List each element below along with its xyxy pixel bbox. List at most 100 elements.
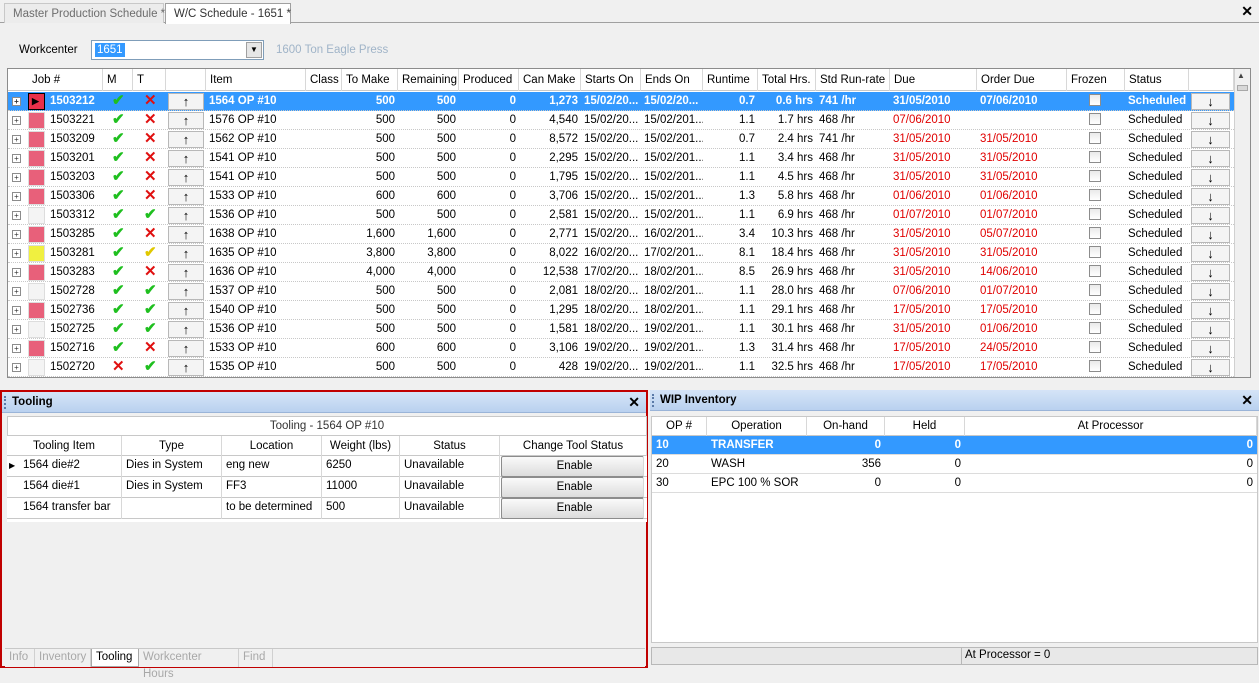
tab-workcenter-hours[interactable]: Workcenter Hours <box>139 649 239 667</box>
col-header-class[interactable]: Class <box>306 69 342 91</box>
vertical-scrollbar[interactable]: ▲ <box>1234 69 1250 377</box>
col-header-change-tool-status[interactable]: Change Tool Status <box>500 436 647 456</box>
move-down-button[interactable]: ↓ <box>1191 245 1230 262</box>
tab-inventory[interactable]: Inventory <box>35 649 91 667</box>
move-up-button[interactable]: ↑ <box>168 302 204 319</box>
col-header-job[interactable]: Job # <box>8 69 103 91</box>
col-header-m[interactable]: M <box>103 69 133 91</box>
frozen-checkbox[interactable] <box>1089 284 1101 296</box>
table-row[interactable]: +1502728✔✔↑1537 OP #1050050002,08118/02/… <box>8 282 1234 301</box>
table-row[interactable]: +1503201✔✕↑1541 OP #1050050002,29515/02/… <box>8 149 1234 168</box>
col-header-move[interactable] <box>166 69 206 91</box>
move-up-button[interactable]: ↑ <box>168 207 204 224</box>
col-header-runtime[interactable]: Runtime <box>703 69 758 91</box>
frozen-checkbox[interactable] <box>1089 132 1101 144</box>
move-up-button[interactable]: ↑ <box>168 150 204 167</box>
col-header-t[interactable]: T <box>133 69 166 91</box>
tab-info[interactable]: Info <box>5 649 35 667</box>
workcenter-select[interactable]: 1651 ▼ <box>91 40 264 60</box>
close-icon[interactable]: ✕ <box>1241 3 1253 20</box>
table-row[interactable]: +▶1503212✔✕↑1564 OP #1050050001,27315/02… <box>8 92 1234 111</box>
frozen-checkbox[interactable] <box>1089 227 1101 239</box>
tooling-row[interactable]: ▶1564 die#2Dies in Systemeng new6250Unav… <box>7 456 647 477</box>
table-row[interactable]: +1502725✔✔↑1536 OP #1050050001,58118/02/… <box>8 320 1234 339</box>
frozen-checkbox[interactable] <box>1089 208 1101 220</box>
table-row[interactable]: +1503285✔✕↑1638 OP #101,6001,60002,77115… <box>8 225 1234 244</box>
col-header-due[interactable]: Due <box>890 69 977 91</box>
col-header-type[interactable]: Type <box>122 436 222 456</box>
move-up-button[interactable]: ↑ <box>168 188 204 205</box>
chevron-down-icon[interactable]: ▼ <box>246 42 262 58</box>
move-up-button[interactable]: ↑ <box>168 340 204 357</box>
wip-row[interactable]: 20WASH35600 <box>652 455 1257 474</box>
move-down-button[interactable]: ↓ <box>1191 226 1230 243</box>
grip-icon[interactable] <box>652 394 655 407</box>
col-header-on-hand[interactable]: On-hand <box>807 417 885 436</box>
tooling-row[interactable]: 1564 die#1Dies in SystemFF311000Unavaila… <box>7 477 647 498</box>
move-down-button[interactable]: ↓ <box>1191 131 1230 148</box>
col-header-status[interactable]: Status <box>1125 69 1189 91</box>
tab-find[interactable]: Find <box>239 649 273 667</box>
frozen-checkbox[interactable] <box>1089 303 1101 315</box>
move-down-button[interactable]: ↓ <box>1191 93 1230 110</box>
col-header-starts-on[interactable]: Starts On <box>581 69 641 91</box>
move-up-button[interactable]: ↑ <box>168 226 204 243</box>
move-down-button[interactable]: ↓ <box>1191 340 1230 357</box>
move-down-button[interactable]: ↓ <box>1191 112 1230 129</box>
move-down-button[interactable]: ↓ <box>1191 302 1230 319</box>
table-row[interactable]: +1503306✔✕↑1533 OP #1060060003,70615/02/… <box>8 187 1234 206</box>
table-row[interactable]: +1503312✔✔↑1536 OP #1050050002,58115/02/… <box>8 206 1234 225</box>
move-up-button[interactable]: ↑ <box>168 264 204 281</box>
move-up-button[interactable]: ↑ <box>168 245 204 262</box>
table-row[interactable]: +1503281✔✔↑1635 OP #103,8003,80008,02216… <box>8 244 1234 263</box>
col-header-item[interactable]: Item <box>206 69 306 91</box>
tab-wc-schedule[interactable]: W/C Schedule - 1651 * <box>165 3 291 24</box>
col-header-move-down[interactable] <box>1189 69 1234 91</box>
enable-button[interactable]: Enable <box>501 498 644 519</box>
table-row[interactable]: +1502716✔✕↑1533 OP #1060060003,10619/02/… <box>8 339 1234 358</box>
move-down-button[interactable]: ↓ <box>1191 169 1230 186</box>
scroll-thumb[interactable] <box>1237 85 1248 91</box>
close-icon[interactable]: ✕ <box>628 392 640 413</box>
enable-button[interactable]: Enable <box>501 456 644 477</box>
move-up-button[interactable]: ↑ <box>168 321 204 338</box>
move-up-button[interactable]: ↑ <box>168 131 204 148</box>
table-row[interactable]: +1502720✕✔↑1535 OP #10500500042819/02/20… <box>8 358 1234 377</box>
move-down-button[interactable]: ↓ <box>1191 150 1230 167</box>
table-row[interactable]: +1503221✔✕↑1576 OP #1050050004,54015/02/… <box>8 111 1234 130</box>
col-header-produced[interactable]: Produced <box>459 69 519 91</box>
col-header-can-make[interactable]: Can Make <box>519 69 581 91</box>
table-row[interactable]: +1503203✔✕↑1541 OP #1050050001,79515/02/… <box>8 168 1234 187</box>
frozen-checkbox[interactable] <box>1089 341 1101 353</box>
frozen-checkbox[interactable] <box>1089 151 1101 163</box>
col-header-order-due[interactable]: Order Due <box>977 69 1067 91</box>
move-down-button[interactable]: ↓ <box>1191 359 1230 376</box>
col-header-op[interactable]: OP # <box>652 417 707 436</box>
wip-row[interactable]: 30EPC 100 % SOR000 <box>652 474 1257 493</box>
col-header-weight[interactable]: Weight (lbs) <box>322 436 400 456</box>
col-header-frozen[interactable]: Frozen <box>1067 69 1125 91</box>
move-down-button[interactable]: ↓ <box>1191 207 1230 224</box>
frozen-checkbox[interactable] <box>1089 265 1101 277</box>
col-header-at-processor[interactable]: At Processor <box>965 417 1257 436</box>
frozen-checkbox[interactable] <box>1089 94 1101 106</box>
col-header-tooling-item[interactable]: Tooling Item <box>7 436 122 456</box>
grip-icon[interactable] <box>4 396 7 409</box>
col-header-std-run-rate[interactable]: Std Run-rate <box>816 69 890 91</box>
frozen-checkbox[interactable] <box>1089 170 1101 182</box>
move-up-button[interactable]: ↑ <box>168 359 204 376</box>
frozen-checkbox[interactable] <box>1089 246 1101 258</box>
move-up-button[interactable]: ↑ <box>168 169 204 186</box>
tab-tooling[interactable]: Tooling <box>91 649 139 667</box>
move-down-button[interactable]: ↓ <box>1191 283 1230 300</box>
col-header-held[interactable]: Held <box>885 417 965 436</box>
tab-master-production-schedule[interactable]: Master Production Schedule * <box>4 3 164 23</box>
col-header-to-make[interactable]: To Make <box>342 69 398 91</box>
col-header-ends-on[interactable]: Ends On <box>641 69 703 91</box>
frozen-checkbox[interactable] <box>1089 113 1101 125</box>
scroll-up-icon[interactable]: ▲ <box>1237 71 1245 80</box>
frozen-checkbox[interactable] <box>1089 322 1101 334</box>
wip-row[interactable]: 10TRANSFER000 <box>652 436 1257 455</box>
move-down-button[interactable]: ↓ <box>1191 188 1230 205</box>
col-header-total-hrs[interactable]: Total Hrs. <box>758 69 816 91</box>
